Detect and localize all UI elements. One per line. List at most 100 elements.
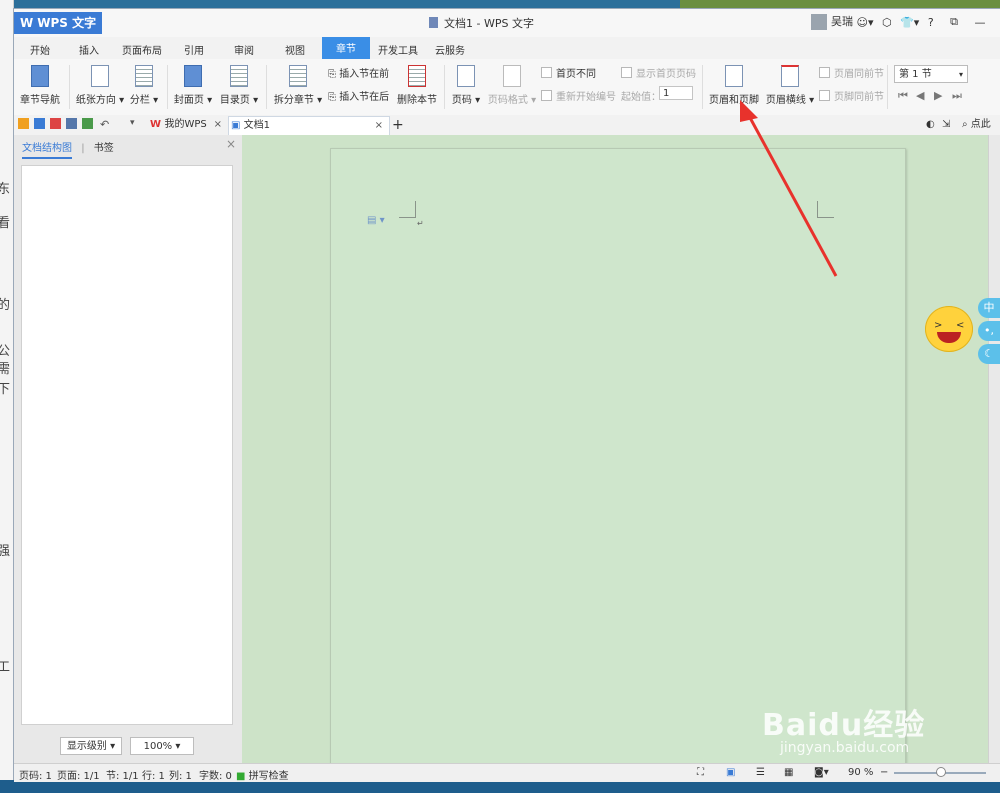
ime-language-button[interactable]: 中 bbox=[978, 298, 1000, 318]
header-line-button[interactable]: 页眉横线 ▾ bbox=[764, 65, 816, 106]
save-icon[interactable] bbox=[34, 118, 45, 129]
export-pdf-icon[interactable] bbox=[50, 118, 61, 129]
ribbon-chapter: 章节导航 纸张方向 ▾ 分栏 ▾ 封面页 ▾ 目录页 ▾ 拆分章节 ▾ ⎘ 插入… bbox=[14, 59, 1000, 116]
tab-review[interactable]: 审阅 bbox=[234, 40, 254, 59]
skin-icon[interactable]: 👕▾ bbox=[900, 16, 919, 29]
close-icon[interactable]: × bbox=[375, 117, 383, 135]
structure-tree bbox=[21, 165, 233, 725]
pane-zoom-select[interactable]: 100% ▾ bbox=[130, 737, 194, 755]
print-preview-icon[interactable] bbox=[82, 118, 93, 129]
sync-icon[interactable]: ◐ bbox=[926, 116, 935, 134]
start-value-input[interactable]: 1 bbox=[659, 86, 693, 100]
fullscreen-icon[interactable]: ⛶ bbox=[697, 767, 704, 778]
close-icon[interactable]: × bbox=[226, 137, 236, 151]
help-button[interactable]: ? bbox=[928, 16, 934, 29]
split-section-button[interactable]: 拆分章节 ▾ bbox=[272, 65, 324, 106]
shield-icon[interactable]: ⬡ bbox=[882, 16, 892, 29]
title-bar: WWPS 文字 ▾ 文档1 - WPS 文字 吴瑞 ☺▾ ⬡ 👕▾ ? ⧉ — bbox=[14, 9, 1000, 51]
paper-direction-button[interactable]: 纸张方向 ▾ bbox=[74, 65, 126, 106]
chevron-down-icon[interactable]: ▾ bbox=[130, 118, 141, 129]
minimize-icon[interactable]: — bbox=[975, 16, 986, 29]
new-tab-button[interactable]: + bbox=[392, 116, 404, 134]
tab-document-structure[interactable]: 文档结构图 bbox=[22, 143, 72, 159]
toc-icon bbox=[230, 65, 248, 87]
header-same-as-previous-checkbox[interactable]: 页眉同前节 bbox=[819, 65, 884, 80]
chapter-nav-button[interactable]: 章节导航 bbox=[18, 65, 62, 106]
tab-page-layout[interactable]: 页面布局 bbox=[122, 40, 162, 59]
vertical-scrollbar[interactable] bbox=[988, 135, 1000, 763]
spell-check[interactable]: ■ 拼写检查 bbox=[236, 767, 289, 782]
toc-page-button[interactable]: 目录页 ▾ bbox=[218, 65, 260, 106]
toc-page-label: 目录页 bbox=[219, 95, 250, 106]
divider: | bbox=[81, 143, 85, 154]
bg-char: 下 bbox=[0, 378, 10, 397]
paragraph-mark-icon: ↵ bbox=[417, 219, 424, 228]
desktop-background bbox=[680, 0, 1000, 8]
section-select[interactable]: 第 1 节 ▾ bbox=[894, 65, 968, 83]
last-section-icon[interactable]: ⏭ bbox=[952, 89, 962, 103]
tab-bookmarks[interactable]: 书签 bbox=[94, 143, 114, 154]
background-window-strip: 东 看 的 公 需 下 强 工 bbox=[0, 0, 14, 793]
insert-section-before-button[interactable]: ⎘ 插入节在前 bbox=[328, 65, 389, 80]
print-icon[interactable] bbox=[66, 118, 77, 129]
pin-icon[interactable]: ⇲ bbox=[942, 116, 950, 134]
smiley-icon[interactable]: ☺▾ bbox=[857, 16, 874, 29]
status-words[interactable]: 字数: 0 bbox=[199, 767, 232, 782]
window-title-text: 文档1 - WPS 文字 bbox=[444, 17, 534, 30]
search-box[interactable]: ⌕ 点此 bbox=[962, 116, 991, 134]
cover-page-button[interactable]: 封面页 ▾ bbox=[172, 65, 214, 106]
margin-corner-mark bbox=[817, 201, 834, 218]
watermark-brand: Baidu经验 bbox=[762, 708, 926, 743]
checkbox-icon bbox=[621, 67, 632, 78]
user-name[interactable]: 吴瑞 bbox=[831, 15, 853, 28]
tab-chapter[interactable]: 章节 bbox=[322, 37, 370, 60]
divider bbox=[702, 65, 703, 109]
tab-insert[interactable]: 插入 bbox=[79, 40, 99, 59]
delete-section-button[interactable]: 删除本节 bbox=[396, 65, 438, 106]
app-menu-button[interactable]: WWPS 文字 ▾ bbox=[14, 12, 102, 51]
insert-section-after-button[interactable]: ⎘ 插入节在后 bbox=[328, 88, 389, 103]
undo-icon[interactable]: ↶ bbox=[100, 118, 111, 131]
divider bbox=[266, 65, 267, 109]
first-page-different-label: 首页不同 bbox=[556, 69, 596, 80]
paste-options-icon[interactable]: ▤ ▾ bbox=[367, 215, 385, 226]
next-section-icon[interactable]: ▶ bbox=[934, 89, 942, 102]
tab-cloud[interactable]: 云服务 bbox=[435, 40, 465, 59]
document-tab-bar: ↶ ▾ W 我的WPS × ▣ 文档1 × + ◐ ⇲ ⌕ 点此 bbox=[14, 115, 1000, 136]
avatar[interactable] bbox=[811, 14, 827, 30]
show-first-page-number-checkbox[interactable]: 显示首页页码 bbox=[621, 65, 696, 80]
chapter-nav-label: 章节导航 bbox=[20, 95, 60, 106]
restart-numbering-checkbox[interactable]: 重新开始编号 bbox=[541, 88, 616, 103]
tab-view[interactable]: 视图 bbox=[285, 40, 305, 59]
document-page[interactable]: ▤ ▾ ↵ bbox=[330, 148, 906, 770]
header-footer-icon bbox=[725, 65, 743, 87]
ime-moon-icon[interactable]: ☾ bbox=[978, 344, 1000, 364]
tab-my-wps[interactable]: W 我的WPS × bbox=[148, 116, 228, 134]
level-select[interactable]: 显示级别 ▾ bbox=[60, 737, 122, 755]
restore-icon[interactable]: ⧉ bbox=[950, 15, 958, 29]
chapter-nav-icon bbox=[31, 65, 49, 87]
first-section-icon[interactable]: ⏮ bbox=[898, 89, 908, 103]
wps-logo-icon: W bbox=[20, 16, 34, 30]
header-footer-label: 页眉和页脚 bbox=[709, 95, 759, 106]
close-icon[interactable]: × bbox=[214, 116, 222, 134]
columns-button[interactable]: 分栏 ▾ bbox=[128, 65, 160, 106]
prev-section-icon[interactable]: ◀ bbox=[916, 89, 924, 102]
tab-developer[interactable]: 开发工具 bbox=[378, 40, 418, 59]
page-number-button[interactable]: 页码 ▾ bbox=[450, 65, 482, 106]
divider bbox=[69, 65, 70, 109]
user-area: 吴瑞 ☺▾ ⬡ 👕▾ ? ⧉ — bbox=[811, 13, 991, 33]
page-format-button[interactable]: 页码格式 ▾ bbox=[486, 65, 538, 106]
header-footer-button[interactable]: 页眉和页脚 bbox=[708, 65, 760, 106]
page-view-icon[interactable]: ▣ bbox=[726, 767, 735, 778]
ime-punctuation-icon[interactable]: •, bbox=[978, 321, 1000, 341]
emoji-mouth bbox=[937, 332, 961, 343]
first-page-different-checkbox[interactable]: 首页不同 bbox=[541, 65, 596, 80]
open-icon[interactable] bbox=[18, 118, 29, 129]
tab-doc1[interactable]: ▣ 文档1 × bbox=[228, 116, 390, 135]
bg-char: 的 bbox=[0, 294, 10, 313]
insert-before-label: 插入节在前 bbox=[339, 69, 390, 80]
footer-same-as-previous-checkbox[interactable]: 页脚同前节 bbox=[819, 88, 884, 103]
tab-start[interactable]: 开始 bbox=[30, 40, 50, 59]
tab-references[interactable]: 引用 bbox=[184, 40, 204, 59]
